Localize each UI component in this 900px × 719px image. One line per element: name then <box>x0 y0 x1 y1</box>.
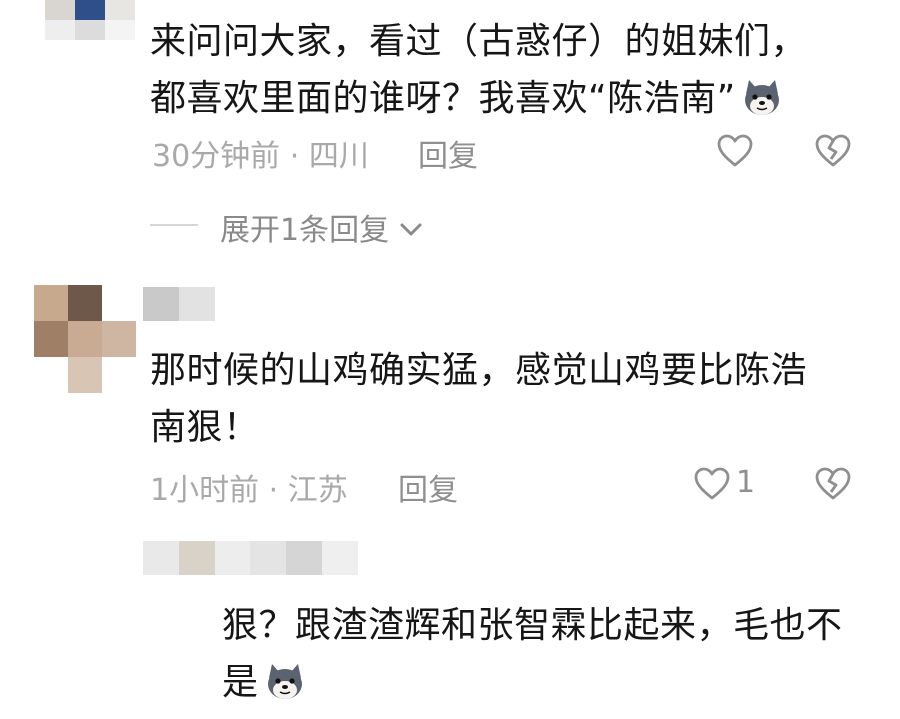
comment-line: 那时候的山鸡确实猛，感觉山鸡要比陈浩 <box>150 350 808 391</box>
comment-time: 30分钟前 <box>152 139 281 174</box>
wolf-emoji-icon <box>740 78 784 135</box>
avatar-blurred-2[interactable] <box>34 285 136 393</box>
comment-meta: 30分钟前 · 四川 <box>152 131 369 175</box>
comment-text: 来问问大家，看过（古惑仔）的姐妹们， 都喜欢里面的谁呀？我喜欢“陈浩南” <box>150 13 807 135</box>
broken-heart-icon[interactable] <box>815 467 851 501</box>
comment-meta: 1小时前 · 江苏 <box>150 465 348 509</box>
wolf-emoji-icon <box>263 662 307 719</box>
reply-text: 狠？跟渣渣辉和张智霖比起来，毛也不 是 <box>222 597 843 719</box>
heart-outline-icon[interactable] <box>694 467 730 501</box>
comment-line: 南狠！ <box>150 407 260 448</box>
reply-line-with-emoji: 是 <box>222 654 843 719</box>
reply-username-blurred[interactable] <box>143 541 358 575</box>
comment-line: 来问问大家，看过（古惑仔）的姐妹们， <box>150 21 808 62</box>
comment-location: 四川 <box>308 139 369 174</box>
comment-location: 江苏 <box>287 473 348 508</box>
comment-line: 都喜欢里面的谁呀？我喜欢“陈浩南” <box>150 78 736 119</box>
like-count: 1 <box>736 465 756 500</box>
reply-button[interactable]: 回复 <box>398 465 458 509</box>
expand-label: 展开1条回复 <box>220 213 390 248</box>
reply-button[interactable]: 回复 <box>418 131 478 175</box>
comment-line-with-emoji: 都喜欢里面的谁呀？我喜欢“陈浩南” <box>150 70 807 135</box>
meta-separator: · <box>268 473 279 508</box>
expand-divider <box>150 224 198 226</box>
heart-outline-icon[interactable] <box>717 134 753 168</box>
reply-line: 狠？跟渣渣辉和张智霖比起来，毛也不 <box>222 605 843 646</box>
username-blurred-2[interactable] <box>143 287 215 321</box>
reply-line: 是 <box>222 662 259 703</box>
broken-heart-icon[interactable] <box>815 134 851 168</box>
meta-separator: · <box>289 139 300 174</box>
avatar-blurred-1[interactable] <box>45 0 135 40</box>
chevron-down-icon <box>400 223 422 236</box>
comment-text: 那时候的山鸡确实猛，感觉山鸡要比陈浩 南狠！ <box>150 342 807 456</box>
comment-time: 1小时前 <box>150 473 260 508</box>
expand-replies-button[interactable]: 展开1条回复 <box>220 205 422 249</box>
